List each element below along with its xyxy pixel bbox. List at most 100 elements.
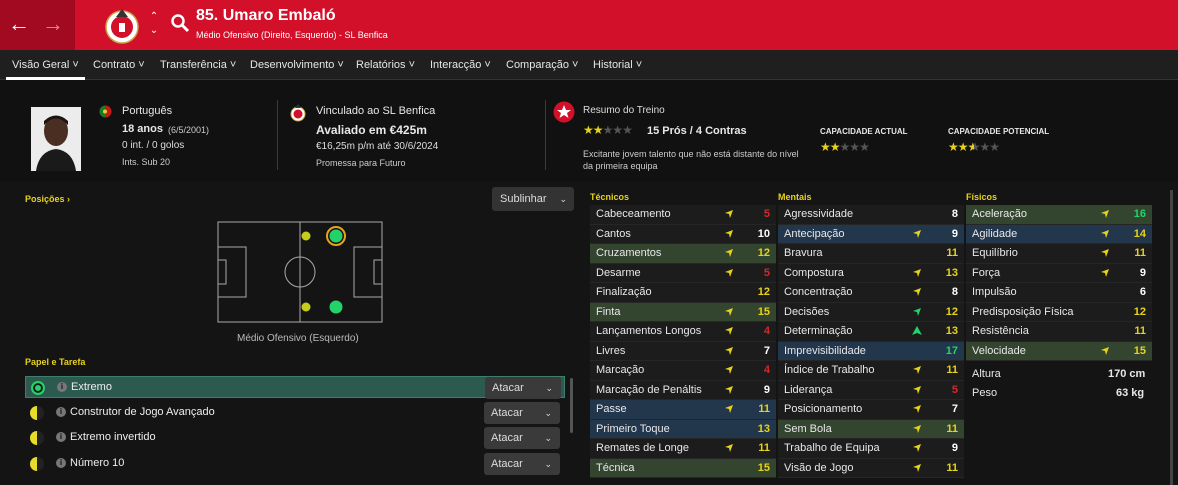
attribute-trend-icon xyxy=(913,424,921,433)
potential-ability-label: CAPACIDADE POTENCIAL xyxy=(948,127,1050,136)
attribute-row[interactable]: Trabalho de Equipa 9 xyxy=(778,439,964,459)
attribute-value: 11 xyxy=(946,247,958,259)
attribute-trend-icon xyxy=(913,444,921,452)
attribute-row[interactable]: Predisposição Física 12 xyxy=(966,302,1152,322)
divider xyxy=(277,100,278,170)
page-scrollbar[interactable] xyxy=(1170,190,1173,485)
role-row[interactable]: i Construtor de Jogo Avançado Atacar ⌄ xyxy=(25,401,565,424)
info-icon[interactable]: i xyxy=(56,457,66,468)
info-icon[interactable]: i xyxy=(56,406,66,417)
attribute-value: 4 xyxy=(763,364,770,376)
portugal-flag-icon xyxy=(99,105,112,118)
role-suitability-icon xyxy=(30,431,44,445)
attribute-row[interactable]: Força 9 xyxy=(966,263,1152,283)
attribute-name: Passe xyxy=(596,403,627,415)
role-suitability-icon xyxy=(30,405,44,420)
attribute-value: 5 xyxy=(763,208,770,220)
attribute-trend-icon xyxy=(725,346,733,355)
physical-title: Físicos xyxy=(966,192,998,202)
roles-scrollbar[interactable] xyxy=(570,378,573,433)
info-icon[interactable]: i xyxy=(57,382,67,392)
role-row[interactable]: i Número 10 Atacar ⌄ xyxy=(25,452,565,475)
duty-dropdown[interactable]: Atacar ⌄ xyxy=(484,452,560,475)
attribute-row[interactable]: Liderança 5 xyxy=(778,380,964,400)
attribute-trend-icon xyxy=(913,307,921,316)
attribute-row[interactable]: Técnica 15 xyxy=(590,458,776,478)
attribute-row[interactable]: Cantos 10 xyxy=(590,224,776,244)
attribute-row[interactable]: Cruzamentos 12 xyxy=(590,244,776,264)
attribute-row[interactable]: Marcação 4 xyxy=(590,361,776,381)
tab-transfer[interactable]: Transferência ˅ xyxy=(160,50,236,80)
attribute-row[interactable]: Índice de Trabalho 11 xyxy=(778,361,964,381)
attribute-row[interactable]: Determinação 13 xyxy=(778,322,964,342)
tab-development[interactable]: Desenvolvimento ˅ xyxy=(250,50,344,80)
attribute-row[interactable]: Finalização 12 xyxy=(590,283,776,303)
attribute-row[interactable]: Resistência 11 xyxy=(966,322,1152,342)
attribute-value: 12 xyxy=(757,247,770,259)
duty-dropdown[interactable]: Atacar ⌄ xyxy=(484,427,560,449)
attribute-row[interactable]: Primeiro Toque 13 xyxy=(590,419,776,439)
attribute-row[interactable]: Equilíbrio 11 xyxy=(966,244,1152,264)
attribute-row[interactable]: Cabeceamento 5 xyxy=(590,205,776,225)
attribute-row[interactable]: Imprevisibilidade 17 xyxy=(778,341,964,361)
attribute-name: Resistência xyxy=(972,325,1029,337)
tab-history[interactable]: Historial ˅ xyxy=(593,50,642,80)
attribute-row[interactable]: Passe 11 xyxy=(590,400,776,420)
search-icon[interactable] xyxy=(170,13,190,33)
attribute-row[interactable]: Agilidade 14 xyxy=(966,224,1152,244)
attribute-row[interactable]: Finta 15 xyxy=(590,302,776,322)
attribute-row[interactable]: Bravura 11 xyxy=(778,244,964,264)
highlight-dropdown[interactable]: Sublinhar ⌄ xyxy=(492,187,574,211)
attribute-row[interactable]: Desarme 5 xyxy=(590,263,776,283)
info-icon[interactable]: i xyxy=(56,432,66,442)
potential-ability-stars: ★★★★★★ xyxy=(948,140,1000,154)
attribute-value: 12 xyxy=(757,286,770,298)
attribute-value: 13 xyxy=(945,266,958,279)
role-row[interactable]: i Extremo invertido Atacar ⌄ xyxy=(25,427,565,449)
attribute-row[interactable]: Concentração 8 xyxy=(778,283,964,303)
attribute-row[interactable]: Agressividade 8 xyxy=(778,205,964,225)
attribute-row[interactable]: Impulsão 6 xyxy=(966,283,1152,303)
attribute-row[interactable]: Posicionamento 7 xyxy=(778,400,964,420)
attribute-row[interactable]: Sem Bola 11 xyxy=(778,419,964,439)
tab-overview[interactable]: Visão Geral ˅ xyxy=(6,50,85,80)
attribute-row[interactable]: Livres 7 xyxy=(590,341,776,361)
position-dot-aml xyxy=(301,231,311,241)
training-title: Resumo do Treino xyxy=(583,105,665,116)
title-bar: ← → ⌃ ⌄ 85. Umaro Embaló Médio Ofensivo (… xyxy=(0,0,1178,50)
attribute-name: Cruzamentos xyxy=(596,247,662,259)
forward-arrow-icon[interactable]: → xyxy=(40,10,66,38)
tab-contract[interactable]: Contrato ˅ xyxy=(93,50,145,80)
back-arrow-icon[interactable]: ← xyxy=(6,10,32,38)
tab-comparison[interactable]: Comparação ˅ xyxy=(506,50,578,80)
international-caps: 0 int. / 0 golos xyxy=(122,140,185,151)
attribute-row[interactable]: Velocidade 15 xyxy=(966,341,1152,361)
tab-reports[interactable]: Relatórios ˅ xyxy=(356,50,415,80)
role-row[interactable]: i Extremo Atacar ⌄ xyxy=(25,376,565,399)
attribute-row[interactable]: Remates de Longe 11 xyxy=(590,439,776,459)
attribute-row[interactable]: Marcação de Penáltis 9 xyxy=(590,380,776,400)
player-switch-icon[interactable]: ⌃ ⌄ xyxy=(148,10,160,38)
attribute-name: Cantos xyxy=(596,227,631,240)
attribute-value: 17 xyxy=(945,344,958,357)
attribute-name: Imprevisibilidade xyxy=(784,344,866,357)
duty-dropdown[interactable]: Atacar ⌄ xyxy=(485,377,561,399)
club-crest-small-icon xyxy=(290,104,306,122)
role-suitability-icon xyxy=(31,381,45,395)
tab-interaction[interactable]: Interacção ˅ xyxy=(430,50,491,80)
attribute-name: Primeiro Toque xyxy=(596,422,670,435)
attribute-row[interactable]: Lançamentos Longos 4 xyxy=(590,322,776,342)
positions-title[interactable]: Posições › xyxy=(25,194,70,204)
attribute-row[interactable]: Visão de Jogo 11 xyxy=(778,458,964,478)
attribute-trend-icon xyxy=(913,366,921,374)
attribute-trend-icon xyxy=(913,229,921,238)
attribute-row[interactable]: Compostura 13 xyxy=(778,263,964,283)
attribute-value: 13 xyxy=(945,325,958,337)
attribute-row[interactable]: Aceleração 16 xyxy=(966,205,1152,225)
chevron-down-icon: ⌄ xyxy=(544,458,552,469)
duty-dropdown[interactable]: Atacar ⌄ xyxy=(484,401,560,424)
divider xyxy=(545,100,546,170)
attribute-name: Posicionamento xyxy=(784,403,863,415)
attribute-row[interactable]: Antecipação 9 xyxy=(778,224,964,244)
attribute-row[interactable]: Decisões 12 xyxy=(778,302,964,322)
